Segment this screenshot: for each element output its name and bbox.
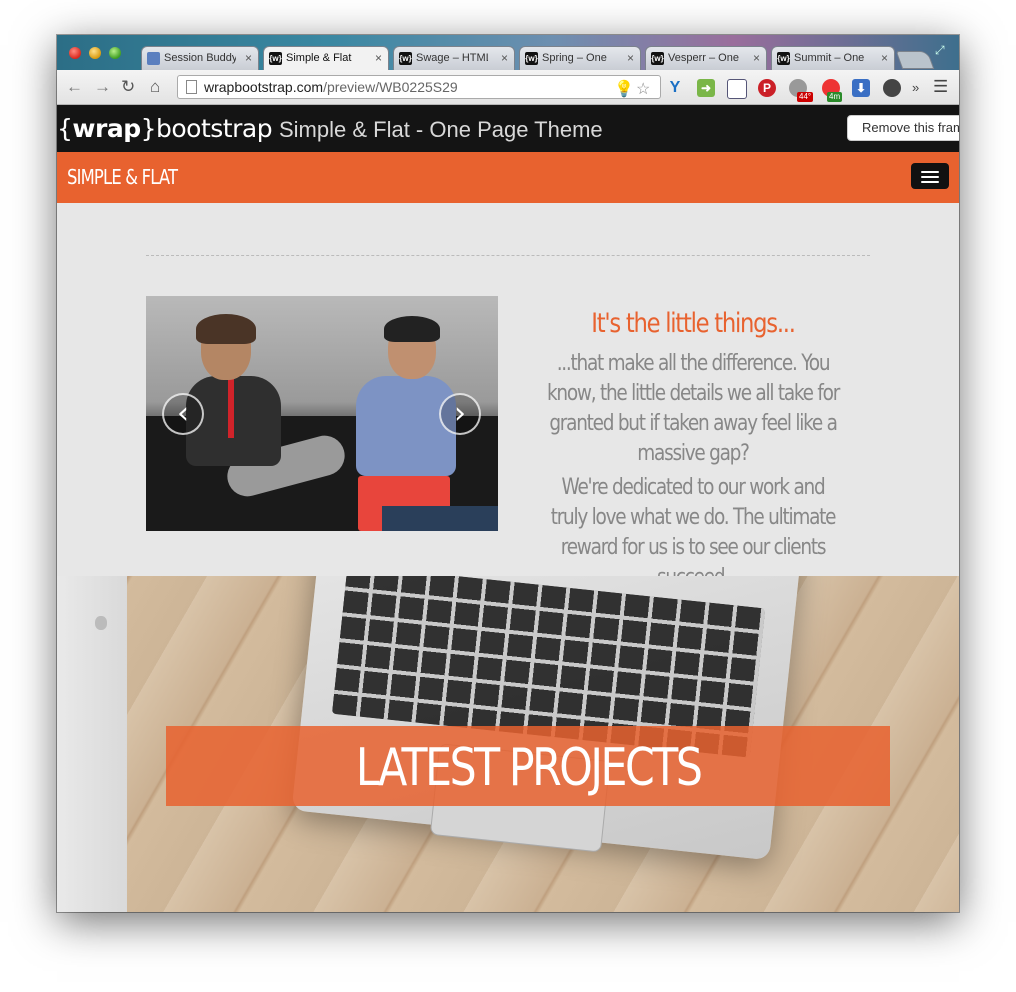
fullscreen-icon[interactable]: ⤢ <box>935 43 945 58</box>
back-arrow-icon[interactable]: ← <box>66 77 83 97</box>
nav-toggle-button[interactable] <box>911 163 949 189</box>
overflow-chevron-icon[interactable]: » <box>912 78 919 98</box>
timer-badge: 4m <box>827 92 843 102</box>
url-path: /preview/WB0225S29 <box>323 79 458 95</box>
url-host: wrapbootstrap.com <box>204 79 324 95</box>
wrapbootstrap-logo[interactable]: {wrap}bootstrap <box>57 114 273 143</box>
wrapbootstrap-bar: {wrap}bootstrap Simple & Flat - One Page… <box>57 105 959 152</box>
download-icon[interactable]: ⬇ <box>852 79 870 97</box>
clock-icon[interactable] <box>883 79 901 97</box>
address-bar[interactable]: wrapbootstrap.com/preview/WB0225S29 💡 ☆ <box>177 75 661 99</box>
reload-icon[interactable]: ↻ <box>121 77 135 97</box>
remove-frame-button[interactable]: Remove this frame <box>847 115 959 141</box>
site-brand[interactable]: SIMPLE & FLAT <box>67 165 178 189</box>
browser-toolbar: ← → ↻ ⌂ wrapbootstrap.com/preview/WB0225… <box>57 70 959 105</box>
latest-projects-banner: LATEST PROJECTS <box>166 726 890 806</box>
weather-badge: 44° <box>797 92 814 102</box>
menu-icon[interactable]: ☰ <box>933 77 948 97</box>
intro-heading: It's the little things... <box>591 308 796 339</box>
tab-title: Session Buddy <box>164 52 236 64</box>
y-extension-icon[interactable]: Y <box>666 79 684 97</box>
intro-paragraph: We're dedicated to our work and truly lo… <box>550 475 837 590</box>
wrapbootstrap-icon: {w} <box>651 52 664 65</box>
tab-title: Summit – One <box>794 52 865 64</box>
carousel-next-button[interactable]: › <box>439 393 481 435</box>
tab-swage[interactable]: {w} Swage – HTML × <box>393 46 515 70</box>
bookmark-star-icon[interactable]: ☆ <box>636 79 650 101</box>
browser-window: Session Buddy × {w} Simple & Flat × {w} … <box>57 35 959 912</box>
tab-title: Vesperr – One <box>668 52 739 64</box>
window-close-button[interactable] <box>69 47 81 59</box>
window-maximize-button[interactable] <box>109 47 121 59</box>
tab-title: Swage – HTML <box>416 52 488 64</box>
site-navbar: SIMPLE & FLAT <box>57 152 959 203</box>
window-minimize-button[interactable] <box>89 47 101 59</box>
pinterest-icon[interactable]: P <box>758 79 776 97</box>
wrapbootstrap-icon: {w} <box>525 52 538 65</box>
wrapbootstrap-icon: {w} <box>399 52 412 65</box>
session-buddy-icon <box>147 52 160 65</box>
tab-close-icon[interactable]: × <box>881 47 888 70</box>
projects-hero: LATEST PROJECTS <box>57 576 959 912</box>
wrapbootstrap-icon: {w} <box>777 52 790 65</box>
tab-close-icon[interactable]: × <box>375 47 382 70</box>
tab-summit[interactable]: {w} Summit – One × <box>771 46 895 70</box>
home-icon[interactable]: ⌂ <box>150 77 160 97</box>
new-tab-button[interactable] <box>895 51 935 69</box>
intro-paragraph: ...that make all the difference. You kno… <box>546 351 840 466</box>
share-extension-icon[interactable]: ➜ <box>697 79 715 97</box>
tab-session-buddy[interactable]: Session Buddy × <box>141 46 259 70</box>
apple-logo-icon <box>95 616 107 630</box>
tab-vesperr[interactable]: {w} Vesperr – One × <box>645 46 767 70</box>
tab-strip: Session Buddy × {w} Simple & Flat × {w} … <box>57 35 959 70</box>
lightbulb-icon[interactable]: 💡 <box>614 79 634 101</box>
carousel-prev-button[interactable]: ‹ <box>162 393 204 435</box>
forward-arrow-icon[interactable]: → <box>94 77 111 97</box>
page-icon <box>186 80 197 94</box>
tab-close-icon[interactable]: × <box>245 47 252 70</box>
tab-title: Simple & Flat <box>286 52 352 64</box>
tab-simple-flat[interactable]: {w} Simple & Flat × <box>263 46 389 70</box>
tab-close-icon[interactable]: × <box>753 47 760 70</box>
carousel-image: ‹ › <box>146 296 498 531</box>
tab-close-icon[interactable]: × <box>501 47 508 70</box>
intro-text: It's the little things... ...that make a… <box>515 308 871 593</box>
wrapbootstrap-icon: {w} <box>269 52 282 65</box>
session-buddy-extension-icon[interactable] <box>727 79 747 99</box>
theme-title: Simple & Flat - One Page Theme <box>279 117 603 142</box>
tab-close-icon[interactable]: × <box>627 47 634 70</box>
tab-title: Spring – One <box>542 52 607 64</box>
section-divider <box>146 255 870 256</box>
tab-spring[interactable]: {w} Spring – One × <box>519 46 641 70</box>
